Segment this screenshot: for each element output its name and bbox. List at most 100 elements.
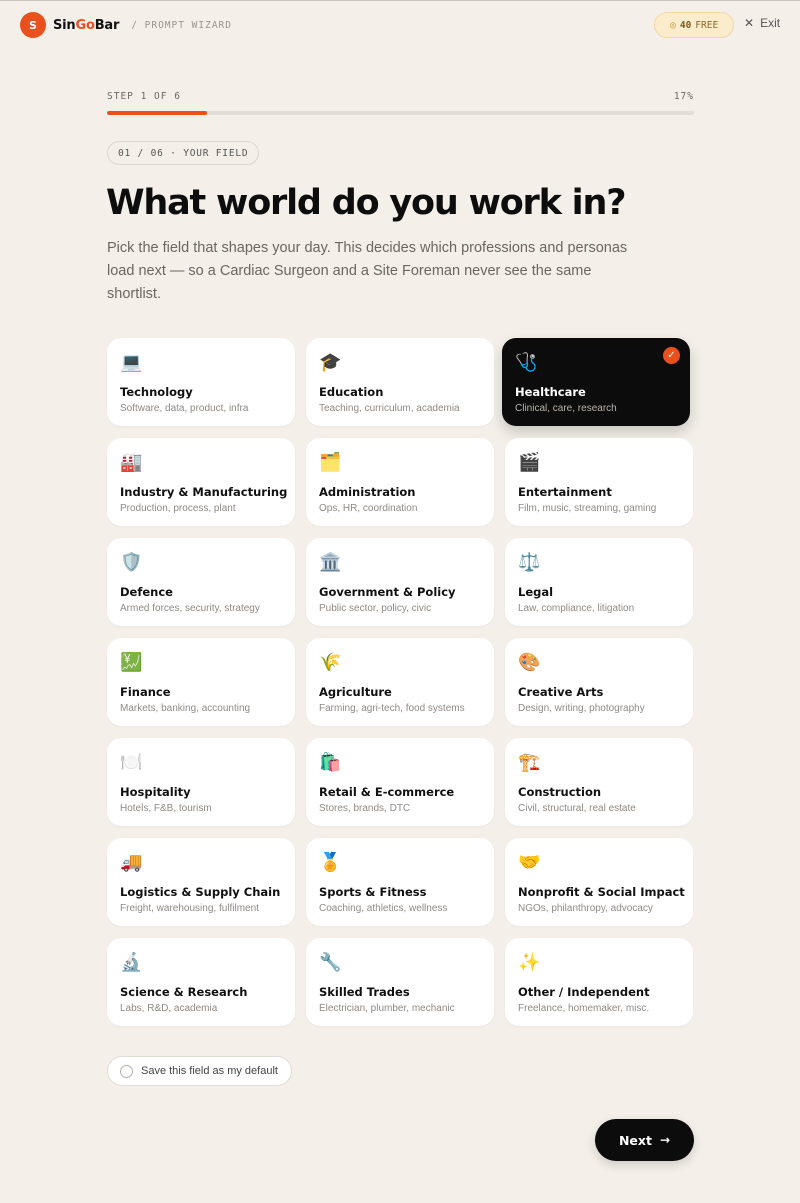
- field-card-agriculture[interactable]: 🌾 Agriculture Farming, agri-tech, food sys…: [306, 638, 494, 726]
- field-description: Armed forces, security, strategy: [120, 603, 260, 614]
- field-label: Creative Arts: [518, 685, 604, 699]
- field-card-science-research[interactable]: 🔬 Science & Research Labs, R&D, academia: [107, 938, 295, 1026]
- field-description: Freight, warehousing, fulfilment: [120, 903, 259, 914]
- sparkles-icon: ✨: [518, 952, 541, 973]
- field-card-government-policy[interactable]: 🏛️ Government & Policy Public sector, poli…: [306, 538, 494, 626]
- page-description: Pick the field that shapes your day. Thi…: [107, 240, 628, 302]
- field-card-administration[interactable]: 🗂️ Administration Ops, HR, coordination: [306, 438, 494, 526]
- field-label: Legal: [518, 585, 554, 599]
- field-label: Retail & E-commerce: [319, 785, 455, 799]
- field-label: Healthcare: [515, 385, 586, 399]
- field-description: Hotels, F&B, tourism: [120, 803, 212, 814]
- field-description: Software, data, product, infra: [120, 403, 249, 414]
- field-label: Government & Policy: [319, 585, 456, 599]
- save-default-toggle[interactable]: Save this field as my default: [107, 1056, 292, 1086]
- field-card-healthcare[interactable]: 🩺 Healthcare Clinical, care, research ✓: [502, 338, 690, 426]
- shield-icon: 🛡️: [120, 552, 143, 573]
- field-description: Stores, brands, DTC: [319, 803, 411, 814]
- step-pill: 01 / 06 · YOUR FIELD: [107, 141, 260, 165]
- credits-value: 40: [679, 19, 692, 31]
- step-row: STEP 1 OF 6 17%: [107, 91, 694, 102]
- field-label: Technology: [120, 385, 193, 399]
- field-card-logistics-supply-chain[interactable]: 🚚 Logistics & Supply Chain Freight, wareho…: [107, 838, 295, 926]
- progress-fill: [107, 111, 207, 115]
- field-card-retail-e-commerce[interactable]: 🛍️ Retail & E-commerce Stores, brands, DTC: [306, 738, 494, 826]
- progress-percent: 17%: [673, 91, 694, 102]
- breadcrumb: / PROMPT WIZARD: [131, 19, 232, 31]
- brand-prefix: Sin: [53, 17, 76, 33]
- step-label: STEP 1 OF 6: [107, 91, 181, 102]
- field-card-construction[interactable]: 🏗️ Construction Civil, structural, real es…: [505, 738, 693, 826]
- factory-icon: 🏭: [120, 452, 143, 473]
- field-card-hospitality[interactable]: 🍽️ Hospitality Hotels, F&B, tourism: [107, 738, 295, 826]
- field-description: Ops, HR, coordination: [319, 503, 418, 514]
- field-description: Clinical, care, research: [515, 403, 617, 414]
- field-label: Sports & Fitness: [319, 885, 427, 899]
- field-description: Civil, structural, real estate: [518, 803, 636, 814]
- exit-label: Exit: [760, 16, 781, 30]
- field-label: Administration: [319, 485, 416, 499]
- credits-label: FREE: [695, 19, 719, 31]
- folder-icon: 🗂️: [319, 452, 342, 473]
- field-label: Science & Research: [120, 985, 248, 999]
- field-description: Public sector, policy, civic: [319, 603, 432, 614]
- field-label: Finance: [120, 685, 171, 699]
- field-card-education[interactable]: 🎓 Education Teaching, curriculum, academia: [306, 338, 494, 426]
- coin-icon: ◎: [669, 19, 676, 31]
- brand[interactable]: S SinGoBar / PROMPT WIZARD: [20, 12, 232, 38]
- close-icon: ✕: [744, 16, 755, 30]
- next-button[interactable]: Next →: [595, 1119, 694, 1161]
- field-card-technology[interactable]: 💻 Technology Software, data, product, infr…: [107, 338, 295, 426]
- logo-icon: S: [20, 12, 46, 38]
- chart-yen-icon: 💹: [120, 652, 143, 673]
- field-card-other-independent[interactable]: ✨ Other / Independent Freelance, homemaker…: [505, 938, 693, 1026]
- field-description: Teaching, curriculum, academia: [319, 403, 460, 414]
- field-description: Electrician, plumber, mechanic: [319, 1003, 455, 1014]
- field-label: Industry & Manufacturing: [120, 485, 288, 499]
- field-description: Coaching, athletics, wellness: [319, 903, 448, 914]
- save-default-label: Save this field as my default: [141, 1065, 278, 1077]
- field-card-entertainment[interactable]: 🎬 Entertainment Film, music, streaming, ga…: [505, 438, 693, 526]
- field-grid: 💻 Technology Software, data, product, infr…: [107, 338, 694, 1026]
- page-title: What world do you work in?: [106, 183, 627, 223]
- laptop-icon: 💻: [120, 352, 143, 373]
- field-card-creative-arts[interactable]: 🎨 Creative Arts Design, writing, photograp…: [505, 638, 693, 726]
- arrow-right-icon: →: [659, 1133, 671, 1147]
- field-card-finance[interactable]: 💹 Finance Markets, banking, accounting: [107, 638, 295, 726]
- exit-button[interactable]: ✕ Exit: [744, 16, 780, 30]
- field-card-defence[interactable]: 🛡️ Defence Armed forces, security, strateg…: [107, 538, 295, 626]
- field-description: Freelance, homemaker, misc.: [518, 1003, 650, 1014]
- progress-bar: [107, 111, 694, 115]
- field-label: Skilled Trades: [319, 985, 410, 999]
- field-description: Design, writing, photography: [518, 703, 645, 714]
- field-description: NGOs, philanthropy, advocacy: [518, 903, 653, 914]
- shopping-bags-icon: 🛍️: [319, 752, 342, 773]
- field-label: Other / Independent: [518, 985, 650, 999]
- clapperboard-icon: 🎬: [518, 452, 541, 473]
- field-card-skilled-trades[interactable]: 🔧 Skilled Trades Electrician, plumber, mec…: [306, 938, 494, 1026]
- logo-letter: S: [29, 18, 37, 32]
- classical-building-icon: 🏛️: [319, 552, 342, 573]
- field-label: Education: [319, 385, 384, 399]
- field-description: Production, process, plant: [120, 503, 236, 514]
- brand-suffix: Bar: [94, 17, 120, 33]
- field-card-nonprofit-social-impact[interactable]: 🤝 Nonprofit & Social Impact NGOs, philanth…: [505, 838, 693, 926]
- microscope-icon: 🔬: [120, 952, 143, 973]
- field-card-sports-fitness[interactable]: 🏅 Sports & Fitness Coaching, athletics, we…: [306, 838, 494, 926]
- field-label: Nonprofit & Social Impact: [518, 885, 685, 899]
- field-label: Construction: [518, 785, 602, 799]
- field-card-legal[interactable]: ⚖️ Legal Law, compliance, litigation: [505, 538, 693, 626]
- brand-name: SinGoBar: [53, 18, 119, 33]
- wrench-icon: 🔧: [319, 952, 342, 973]
- top-bar: S SinGoBar / PROMPT WIZARD ◎ 40 FREE ✕ E…: [0, 0, 800, 48]
- truck-icon: 🚚: [120, 852, 143, 873]
- field-card-industry-manufacturing[interactable]: 🏭 Industry & Manufacturing Production, pro…: [107, 438, 295, 526]
- crane-icon: 🏗️: [518, 752, 541, 773]
- scales-icon: ⚖️: [518, 552, 541, 573]
- save-default-checkbox[interactable]: [120, 1064, 133, 1078]
- plate-cutlery-icon: 🍽️: [120, 752, 143, 773]
- check-icon: ✓: [663, 347, 680, 364]
- medal-icon: 🏅: [319, 852, 342, 873]
- credits-badge[interactable]: ◎ 40 FREE: [654, 12, 734, 38]
- field-label: Entertainment: [518, 485, 612, 499]
